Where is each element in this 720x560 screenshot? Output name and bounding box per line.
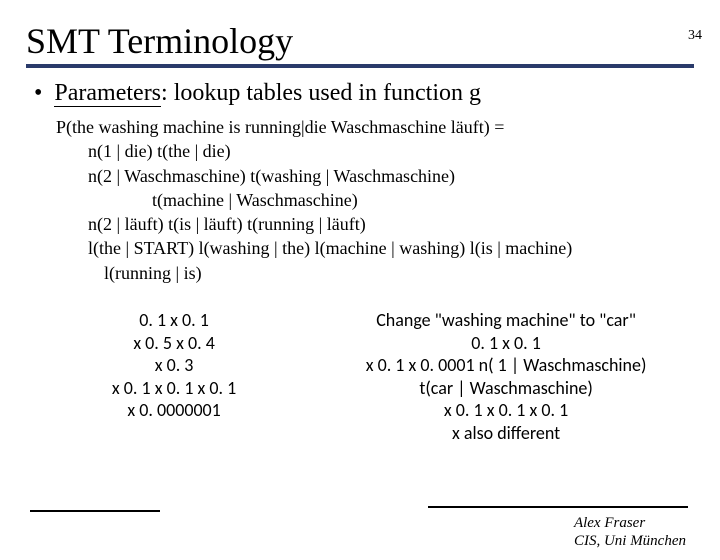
- footer-name: Alex Fraser: [574, 514, 686, 532]
- left-l2: x 0. 5 x 0. 4: [28, 332, 320, 355]
- bullet-parameters: • Parameters: lookup tables used in func…: [34, 80, 692, 107]
- footer-rule-left: [30, 510, 160, 512]
- body-area: • Parameters: lookup tables used in func…: [28, 80, 692, 444]
- left-l3: x 0. 3: [28, 354, 320, 377]
- title-wrap: SMT Terminology: [26, 20, 694, 68]
- right-r2: 0. 1 x 0. 1: [320, 332, 692, 355]
- right-column: Change "washing machine" to "car" 0. 1 x…: [320, 309, 692, 444]
- columns: 0. 1 x 0. 1 x 0. 5 x 0. 4 x 0. 3 x 0. 1 …: [28, 309, 692, 444]
- right-r5: x 0. 1 x 0. 1 x 0. 1: [320, 399, 692, 422]
- eq-line-2: n(1 | die) t(the | die): [88, 139, 692, 163]
- page-number: 34: [688, 28, 702, 44]
- eq-line-4: t(machine | Waschmaschine): [152, 188, 692, 212]
- right-r4: t(car | Waschmaschine): [320, 377, 692, 400]
- bullet-marker: •: [34, 80, 42, 106]
- left-l1: 0. 1 x 0. 1: [28, 309, 320, 332]
- left-l4: x 0. 1 x 0. 1 x 0. 1: [28, 377, 320, 400]
- bullet-label: Parameters: [54, 80, 161, 107]
- eq-line-7: l(running | is): [104, 261, 692, 285]
- footer-text: Alex Fraser CIS, Uni München: [574, 514, 686, 550]
- slide-title: SMT Terminology: [26, 20, 694, 64]
- left-l5: x 0. 0000001: [28, 399, 320, 422]
- eq-line-5: n(2 | läuft) t(is | läuft) t(running | l…: [88, 212, 692, 236]
- footer-affil: CIS, Uni München: [574, 532, 686, 550]
- right-r3: x 0. 1 x 0. 0001 n( 1 | Waschmaschine): [320, 354, 692, 377]
- eq-line-1: P(the washing machine is running|die Was…: [56, 115, 692, 139]
- right-r1: Change "washing machine" to "car": [320, 309, 692, 332]
- left-column: 0. 1 x 0. 1 x 0. 5 x 0. 4 x 0. 3 x 0. 1 …: [28, 309, 320, 444]
- footer-rule: [428, 506, 688, 508]
- equation-block: P(the washing machine is running|die Was…: [56, 115, 692, 285]
- right-r6: x also different: [320, 422, 692, 445]
- eq-line-3: n(2 | Waschmaschine) t(washing | Waschma…: [88, 164, 692, 188]
- bullet-rest: : lookup tables used in function g: [161, 80, 481, 106]
- eq-line-6: l(the | START) l(washing | the) l(machin…: [88, 236, 692, 260]
